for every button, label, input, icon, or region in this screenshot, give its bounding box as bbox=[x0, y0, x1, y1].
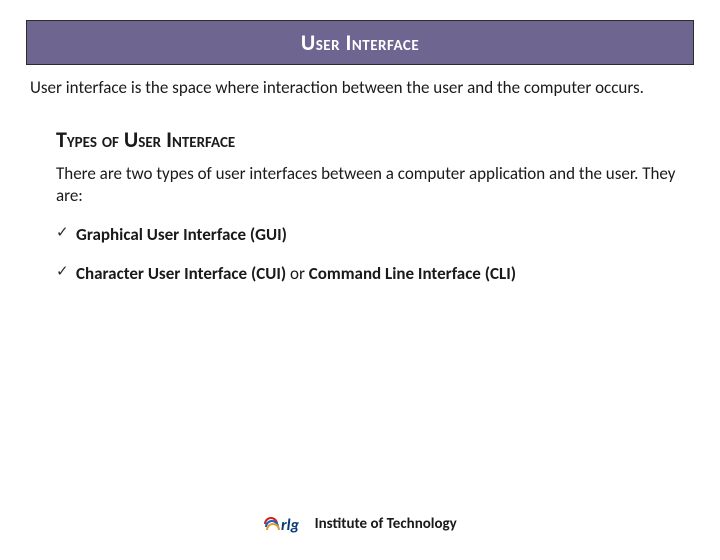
subheading: Types of User Interface bbox=[56, 126, 720, 153]
footer-org: Institute of Technology bbox=[315, 515, 457, 533]
footer: rlg Institute of Technology bbox=[0, 514, 720, 534]
list-item-label-alt: Command Line Interface (CLI) bbox=[309, 263, 516, 284]
page-title: User Interface bbox=[301, 29, 419, 56]
rlg-logo-icon: rlg bbox=[263, 514, 307, 534]
interface-type-list: Graphical User Interface (GUI) Character… bbox=[56, 224, 676, 284]
logo-text: rlg bbox=[281, 516, 300, 534]
list-item: Graphical User Interface (GUI) bbox=[56, 224, 676, 245]
list-item-label: Graphical User Interface (GUI) bbox=[76, 224, 287, 245]
intro-paragraph: User interface is the space where intera… bbox=[30, 77, 690, 98]
body-paragraph: There are two types of user interfaces b… bbox=[56, 163, 676, 206]
title-bar: User Interface bbox=[26, 20, 694, 65]
list-item-label: Character User Interface (CUI) bbox=[76, 263, 286, 284]
list-item: Character User Interface (CUI) or Comman… bbox=[56, 263, 676, 284]
list-item-conjunction: or bbox=[286, 263, 309, 284]
